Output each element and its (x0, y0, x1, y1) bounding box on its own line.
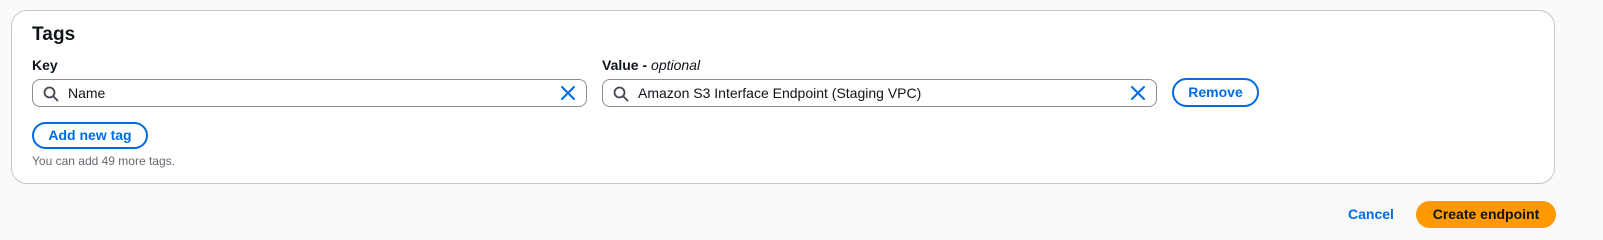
tag-value-value: Amazon S3 Interface Endpoint (Staging VP… (638, 85, 922, 101)
tags-heading: Tags (32, 24, 76, 45)
tags-remaining-hint: You can add 49 more tags. (32, 154, 175, 168)
search-icon (43, 86, 59, 102)
create-endpoint-button[interactable]: Create endpoint (1416, 201, 1556, 228)
value-label-text: Value - (602, 57, 648, 73)
remove-tag-button[interactable]: Remove (1172, 78, 1259, 107)
close-icon[interactable] (1130, 85, 1146, 101)
tag-key-input[interactable]: Name (32, 79, 587, 107)
optional-label: optional (651, 57, 701, 73)
key-label: Key (32, 57, 58, 73)
search-icon (613, 86, 629, 102)
value-label: Value - optional (602, 57, 700, 73)
cancel-button[interactable]: Cancel (1348, 206, 1394, 222)
tag-key-value: Name (68, 85, 106, 101)
close-icon[interactable] (560, 85, 576, 101)
add-new-tag-button[interactable]: Add new tag (32, 122, 148, 149)
key-label-text: Key (32, 57, 58, 73)
tag-value-input[interactable]: Amazon S3 Interface Endpoint (Staging VP… (602, 79, 1157, 107)
tags-panel: Tags Key Value - optional Name Amazon S3… (11, 10, 1555, 184)
